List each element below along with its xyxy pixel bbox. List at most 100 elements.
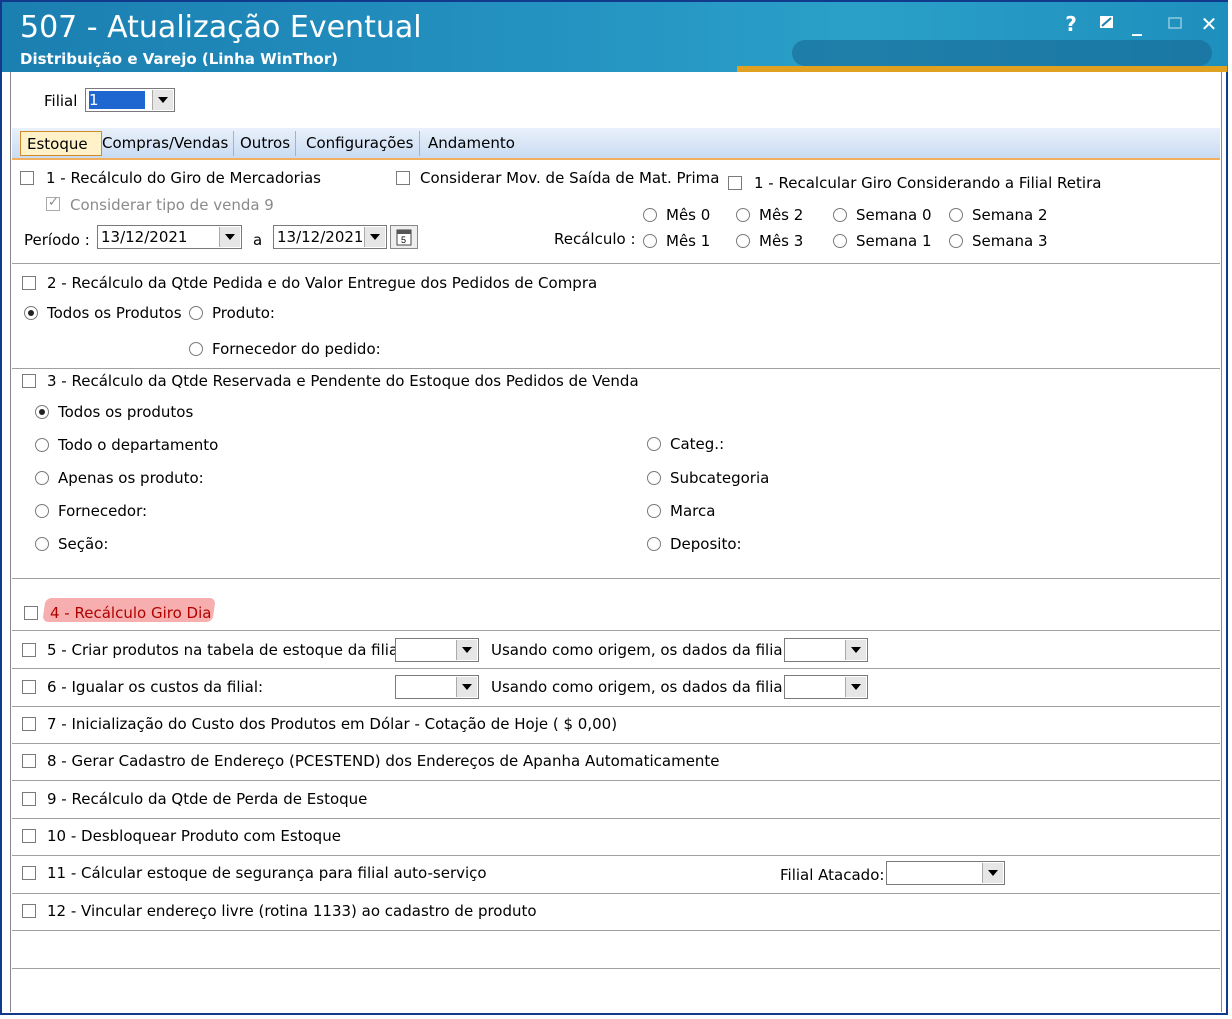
s2-produto-radio[interactable] [189, 306, 203, 320]
divider [12, 780, 1220, 781]
date-to-value: 13/12/2021 [277, 228, 364, 246]
tab-configuracoes[interactable]: Configurações [300, 131, 420, 156]
chevron-down-icon[interactable] [845, 677, 866, 697]
s3-categ-label: Categ.: [670, 435, 725, 453]
s3-categ-radio[interactable] [647, 437, 661, 451]
s1-checkbox[interactable] [20, 171, 34, 185]
mes1-label: Mês 1 [666, 232, 711, 250]
s3-subcategoria-label: Subcategoria [670, 469, 770, 487]
semana1-radio[interactable] [833, 234, 847, 248]
tab-estoque[interactable]: Estoque [20, 131, 102, 156]
semana3-label: Semana 3 [972, 232, 1048, 250]
semana3-radio[interactable] [949, 234, 963, 248]
divider [12, 893, 1220, 894]
calendar-icon[interactable]: 5 [390, 225, 418, 249]
mes0-label: Mês 0 [666, 206, 711, 224]
date-from-field[interactable]: 13/12/2021 [97, 225, 242, 249]
mov-saida-checkbox[interactable] [396, 171, 410, 185]
s2-fornecedor-label: Fornecedor do pedido: [212, 340, 381, 358]
s2-checkbox[interactable] [22, 276, 36, 290]
divider [12, 930, 1220, 931]
s3-apenas-radio[interactable] [35, 471, 49, 485]
s6-checkbox[interactable] [22, 680, 36, 694]
svg-text:5: 5 [401, 235, 406, 245]
s3-fornecedor-label: Fornecedor: [58, 502, 148, 520]
chevron-down-icon[interactable] [219, 227, 240, 247]
s5-label: 5 - Criar produtos na tabela de estoque … [47, 641, 408, 659]
s3-subcategoria-radio[interactable] [647, 471, 661, 485]
s3-label: 3 - Recálculo da Qtde Reservada e Penden… [47, 372, 639, 390]
tab-outros[interactable]: Outros [234, 131, 296, 156]
title-bar: 507 - Atualização Eventual Distribuição … [2, 2, 1228, 72]
periodo-label: Período : [24, 231, 90, 249]
chevron-down-icon[interactable] [364, 227, 385, 247]
s12-checkbox[interactable] [22, 904, 36, 918]
s3-checkbox[interactable] [22, 374, 36, 388]
blurred-area [792, 40, 1212, 66]
chevron-down-icon[interactable] [845, 640, 866, 660]
chevron-down-icon[interactable] [152, 90, 173, 110]
divider [12, 818, 1220, 819]
date-to-field[interactable]: 13/12/2021 [273, 225, 387, 249]
semana0-radio[interactable] [833, 208, 847, 222]
filial-atacado-select[interactable] [886, 861, 1005, 885]
window-title: 507 - Atualização Eventual [20, 10, 422, 45]
s8-checkbox[interactable] [22, 754, 36, 768]
s6-filial-select[interactable] [395, 675, 479, 699]
s7-checkbox[interactable] [22, 717, 36, 731]
s3-apenas-label: Apenas os produto: [58, 469, 204, 487]
help-button[interactable]: ? [1058, 12, 1084, 36]
divider [12, 855, 1220, 856]
s6-label: 6 - Igualar os custos da filial: [47, 678, 264, 696]
s3-todos-label: Todos os produtos [58, 403, 194, 421]
s10-checkbox[interactable] [22, 829, 36, 843]
s3-todos-radio[interactable] [35, 405, 49, 419]
semana2-radio[interactable] [949, 208, 963, 222]
s3-departamento-label: Todo o departamento [58, 436, 219, 454]
tipo-venda-checkbox[interactable] [46, 195, 60, 211]
mes1-radio[interactable] [643, 234, 657, 248]
chevron-down-icon[interactable] [456, 640, 477, 660]
divider [12, 668, 1220, 669]
s12-label: 12 - Vincular endereço livre (rotina 113… [47, 902, 537, 920]
minimize-button[interactable]: _ [1124, 12, 1150, 36]
mes3-radio[interactable] [736, 234, 750, 248]
s2-todos-radio[interactable] [24, 306, 38, 320]
s5-filial-select[interactable] [395, 638, 479, 662]
s5-origem-select[interactable] [784, 638, 868, 662]
s9-checkbox[interactable] [22, 792, 36, 806]
s3-departamento-radio[interactable] [35, 438, 49, 452]
mes3-label: Mês 3 [759, 232, 804, 250]
chevron-down-icon[interactable] [456, 677, 477, 697]
tab-andamento[interactable]: Andamento [422, 131, 522, 156]
mes0-radio[interactable] [643, 208, 657, 222]
s11-checkbox[interactable] [22, 866, 36, 880]
divider [12, 578, 1220, 579]
tab-compras-vendas[interactable]: Compras/Vendas [96, 131, 234, 156]
restore-icon[interactable] [1094, 12, 1120, 36]
s6-origem-select[interactable] [784, 675, 868, 699]
s10-label: 10 - Desbloquear Produto com Estoque [47, 827, 341, 845]
s3-fornecedor-radio[interactable] [35, 504, 49, 518]
s3-secao-radio[interactable] [35, 537, 49, 551]
divider [12, 630, 1220, 631]
s5-checkbox[interactable] [22, 643, 36, 657]
s2-todos-label: Todos os Produtos [47, 304, 182, 322]
s11-label: 11 - Cálcular estoque de segurança para … [47, 864, 487, 882]
filial-select[interactable]: 1 [85, 88, 175, 112]
filial-retira-checkbox[interactable] [728, 176, 742, 190]
filial-label: Filial [44, 92, 78, 110]
mes2-radio[interactable] [736, 208, 750, 222]
tipo-venda-label: Considerar tipo de venda 9 [70, 196, 274, 214]
s4-checkbox[interactable] [24, 606, 38, 620]
filial-atacado-label: Filial Atacado: [780, 866, 885, 884]
s1-label: 1 - Recálculo do Giro de Mercadorias [46, 169, 321, 187]
close-button[interactable]: ✕ [1196, 12, 1222, 36]
s3-marca-radio[interactable] [647, 504, 661, 518]
s2-fornecedor-radio[interactable] [189, 342, 203, 356]
s3-deposito-radio[interactable] [647, 537, 661, 551]
maximize-icon[interactable] [1162, 12, 1188, 36]
semana1-label: Semana 1 [856, 232, 932, 250]
s3-secao-label: Seção: [58, 535, 109, 553]
chevron-down-icon[interactable] [982, 863, 1003, 883]
